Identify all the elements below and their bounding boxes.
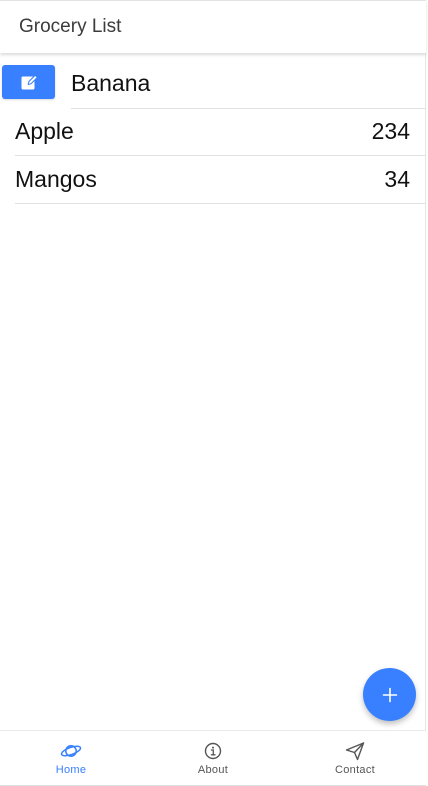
tab-bar: Home About Contact	[0, 730, 426, 786]
tab-about[interactable]: About	[142, 731, 284, 785]
item-name: Banana	[71, 70, 151, 96]
app-header: Grocery List	[0, 0, 426, 53]
plus-icon	[382, 687, 397, 702]
edit-button[interactable]	[2, 65, 55, 99]
app-root: Grocery List Banana Apple 234 Mangos 34	[0, 0, 426, 786]
paper-plane-icon	[345, 742, 365, 761]
tab-home[interactable]: Home	[0, 731, 142, 785]
list-item[interactable]: Mangos 34	[15, 156, 426, 204]
item-name: Mangos	[15, 166, 97, 192]
list-item[interactable]: Apple 234	[15, 108, 426, 156]
grocery-list: Banana Apple 234 Mangos 34	[0, 60, 426, 204]
item-quantity: 234	[371, 118, 410, 144]
page-title: Grocery List	[19, 16, 122, 37]
tab-label: Contact	[334, 764, 375, 776]
tab-label: About	[197, 764, 229, 776]
info-icon	[204, 742, 222, 760]
item-name: Apple	[15, 118, 74, 144]
edit-icon	[21, 74, 38, 90]
item-quantity: 34	[384, 166, 410, 192]
tab-contact[interactable]: Contact	[284, 731, 426, 785]
tab-label: Home	[55, 764, 87, 776]
planet-icon	[60, 745, 82, 757]
add-item-button[interactable]	[363, 668, 416, 721]
list-item[interactable]: Banana	[0, 60, 426, 109]
